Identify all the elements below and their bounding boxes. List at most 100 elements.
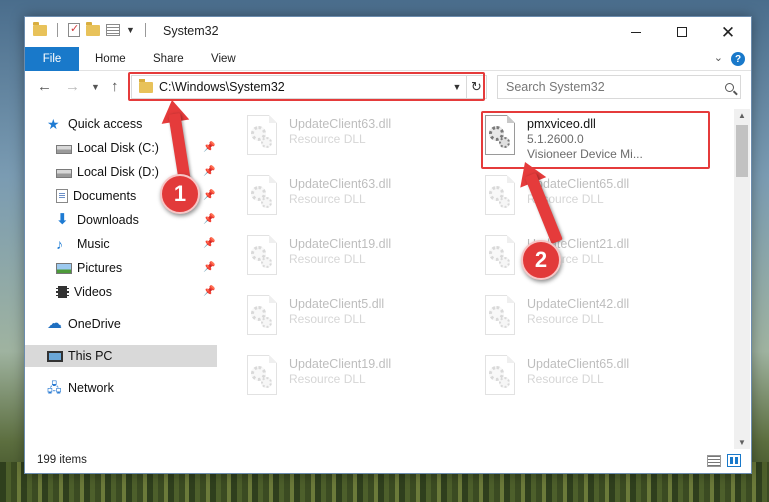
- sidebar-item-label: Documents: [73, 189, 137, 203]
- window-title: System32: [163, 24, 219, 38]
- pin-icon[interactable]: 📌: [203, 166, 215, 177]
- file-name: UpdateClient42.dll: [527, 297, 630, 311]
- title-bar: ▼ System32 ✕: [25, 17, 751, 47]
- sidebar-item-network[interactable]: 🖧 Network: [47, 377, 217, 399]
- quick-access-toolbar: ▼: [33, 21, 150, 37]
- file-item[interactable]: UpdateClient21.dll Resource DLL: [483, 235, 713, 285]
- vertical-scrollbar[interactable]: ▲ ▼: [734, 109, 750, 449]
- item-count: 199 items: [37, 454, 87, 466]
- pin-icon[interactable]: 📌: [203, 238, 215, 249]
- sidebar-item-onedrive[interactable]: ☁ OneDrive: [47, 313, 217, 335]
- this-pc-icon: [47, 350, 63, 362]
- search-input[interactable]: [498, 80, 718, 94]
- dll-file-icon: [483, 235, 519, 279]
- expand-ribbon-icon[interactable]: ⌄: [714, 51, 723, 64]
- sidebar-item-label: Quick access: [68, 117, 143, 131]
- search-box[interactable]: [497, 75, 741, 99]
- up-arrow-icon[interactable]: ↑: [111, 78, 119, 95]
- maximize-button[interactable]: [659, 17, 705, 47]
- file-name: UpdateClient65.dll: [527, 357, 630, 371]
- file-item[interactable]: UpdateClient63.dll Resource DLL: [245, 175, 475, 225]
- chevron-down-icon[interactable]: ▼: [126, 25, 135, 35]
- properties-icon[interactable]: [68, 22, 80, 37]
- pin-icon[interactable]: 📌: [203, 190, 215, 201]
- help-icon[interactable]: ?: [731, 52, 745, 66]
- file-item[interactable]: UpdateClient19.dll Resource DLL: [245, 355, 475, 405]
- sidebar-item-label: Local Disk (D:): [77, 165, 159, 179]
- dll-file-icon: [483, 175, 519, 219]
- tiles-view-icon[interactable]: [727, 454, 741, 467]
- back-arrow-icon[interactable]: ←: [37, 78, 52, 95]
- file-name: UpdateClient63.dll: [289, 177, 392, 191]
- dll-file-icon: [483, 295, 519, 339]
- file-name: UpdateClient19.dll: [289, 237, 392, 251]
- file-description: Resource DLL: [527, 372, 604, 386]
- pin-icon[interactable]: 📌: [203, 286, 215, 297]
- file-item[interactable]: UpdateClient65.dll Resource DLL: [483, 355, 713, 405]
- close-icon: ✕: [720, 22, 736, 42]
- sidebar-item-label: Music: [77, 237, 110, 251]
- pin-icon[interactable]: 📌: [203, 262, 215, 273]
- sidebar-item-pictures[interactable]: Pictures 📌: [56, 257, 217, 279]
- pin-icon[interactable]: 📌: [203, 142, 215, 153]
- dll-file-icon: [245, 355, 281, 399]
- sidebar-item-label: OneDrive: [68, 317, 121, 331]
- folder-icon[interactable]: [33, 21, 47, 36]
- sidebar-item-label: Videos: [74, 285, 112, 299]
- sidebar-item-videos[interactable]: Videos 📌: [56, 281, 217, 303]
- new-folder-icon[interactable]: [86, 21, 100, 36]
- file-item[interactable]: UpdateClient19.dll Resource DLL: [245, 235, 475, 285]
- minimize-icon: [631, 31, 641, 33]
- pin-icon[interactable]: 📌: [203, 214, 215, 225]
- tab-file[interactable]: File: [25, 47, 79, 71]
- file-item[interactable]: UpdateClient63.dll Resource DLL: [245, 115, 475, 165]
- toolbar-divider: [57, 23, 58, 37]
- file-name: UpdateClient19.dll: [289, 357, 392, 371]
- recent-locations-chevron-icon[interactable]: ▼: [91, 82, 100, 92]
- minimize-button[interactable]: [613, 17, 659, 47]
- close-button[interactable]: ✕: [705, 17, 751, 47]
- file-description: Resource DLL: [289, 252, 366, 266]
- sidebar-item-label: Downloads: [77, 213, 139, 227]
- sidebar-item-quick-access[interactable]: ★ Quick access: [47, 113, 217, 135]
- scroll-up-icon[interactable]: ▲: [738, 111, 746, 120]
- sidebar-item-downloads[interactable]: ⬇ Downloads 📌: [56, 209, 217, 231]
- music-icon: ♪: [56, 236, 63, 252]
- file-description: Resource DLL: [289, 132, 366, 146]
- disk-icon: [56, 144, 72, 154]
- sidebar-item-local-disk-c[interactable]: Local Disk (C:) 📌: [56, 137, 217, 159]
- documents-icon: [56, 189, 68, 203]
- tab-home[interactable]: Home: [95, 47, 126, 71]
- file-description: Resource DLL: [289, 372, 366, 386]
- sidebar-item-label: Network: [68, 381, 114, 395]
- disk-icon: [56, 168, 72, 178]
- search-icon[interactable]: [718, 82, 740, 92]
- scrollbar-thumb[interactable]: [736, 125, 748, 177]
- dll-file-icon: [245, 235, 281, 279]
- tab-share[interactable]: Share: [153, 47, 184, 71]
- navigation-pane: ★ Quick access Local Disk (C:) 📌 Local D…: [25, 109, 217, 449]
- details-view-icon[interactable]: [707, 455, 721, 467]
- file-description: Resource DLL: [527, 312, 604, 326]
- dll-file-icon: [483, 355, 519, 399]
- forward-arrow-icon[interactable]: →: [65, 78, 80, 95]
- sidebar-item-music[interactable]: ♪ Music 📌: [56, 233, 217, 255]
- file-item[interactable]: UpdateClient42.dll Resource DLL: [483, 295, 713, 345]
- network-icon: 🖧: [47, 380, 62, 395]
- step-badge-one: 1: [160, 174, 200, 214]
- pictures-icon: [56, 262, 72, 274]
- maximize-icon: [677, 27, 687, 37]
- file-highlight: [481, 111, 710, 169]
- ribbon-tabs: File Home Share View ⌄ ?: [25, 47, 751, 71]
- tab-view[interactable]: View: [211, 47, 236, 71]
- customize-view-icon[interactable]: [106, 24, 120, 36]
- sidebar-item-label: Local Disk (C:): [77, 141, 159, 155]
- scroll-down-icon[interactable]: ▼: [738, 438, 746, 447]
- sidebar-item-this-pc[interactable]: This PC: [25, 345, 217, 367]
- toolbar-divider: [144, 23, 146, 37]
- sidebar-item-label: Pictures: [77, 261, 123, 275]
- dll-file-icon: [245, 295, 281, 339]
- file-item[interactable]: UpdateClient5.dll Resource DLL: [245, 295, 475, 345]
- sidebar-item-label: This PC: [68, 349, 113, 363]
- file-name: UpdateClient63.dll: [289, 117, 392, 131]
